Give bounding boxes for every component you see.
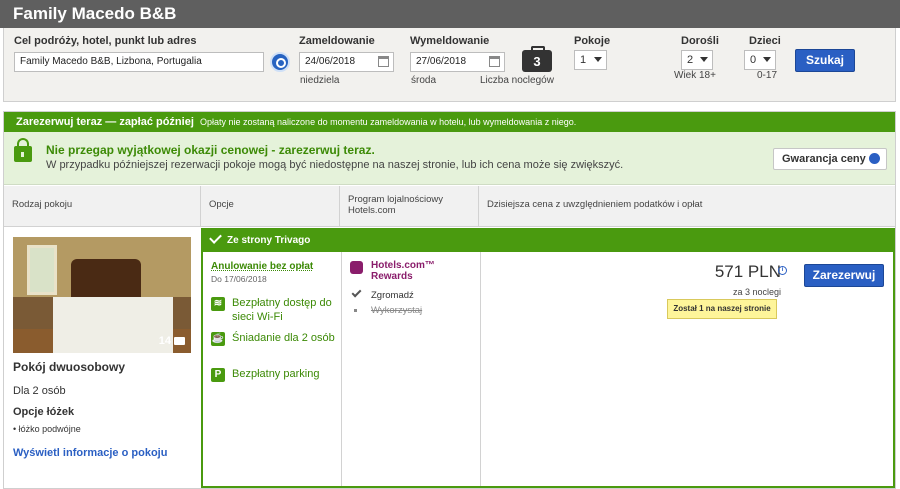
room-name: Pokój dwuosobowy xyxy=(13,360,126,374)
checkin-label: Zameldowanie xyxy=(299,35,375,47)
breakfast-icon: ☕ xyxy=(211,332,225,346)
promo-title: Nie przegap wyjątkowej okazji cenowej - … xyxy=(46,143,375,157)
book-button[interactable]: Zarezerwuj xyxy=(804,264,884,287)
hotel-title: Family Macedo B&B xyxy=(13,4,177,23)
wifi-icon: ≋ xyxy=(211,297,225,311)
free-cancellation-link[interactable]: Anulowanie bez opłat xyxy=(211,261,313,272)
price-promo: Nie przegap wyjątkowej okazji cenowej - … xyxy=(4,132,895,185)
calendar-icon[interactable] xyxy=(489,56,500,67)
destination-input[interactable]: Family Macedo B&B, Lizbona, Portugalia xyxy=(14,52,264,72)
checkmark-icon xyxy=(209,231,222,244)
bed-option: łóżko podwójne xyxy=(13,424,81,434)
loyalty-program-name: Hotels.com™ Rewards xyxy=(371,260,435,282)
children-label: Dzieci xyxy=(749,35,781,47)
adults-label: Dorośli xyxy=(681,35,719,47)
search-panel: Cel podróży, hotel, punkt lub adres Fami… xyxy=(3,28,896,102)
photo-count: 14 xyxy=(159,335,185,347)
offer-source-bar: Ze strony Trivago xyxy=(203,230,893,252)
hotels-com-icon xyxy=(350,261,363,274)
bullet-icon xyxy=(354,309,357,312)
header-price: Dzisiejsza cena z uwzględnieniem podatkó… xyxy=(487,199,703,210)
offer-loyalty: Hotels.com™ Rewards Zgromadź Wykorzystaj xyxy=(342,252,481,486)
chevron-down-icon xyxy=(700,57,708,62)
checkout-value: 27/06/2018 xyxy=(416,56,467,67)
parking-icon: P xyxy=(211,368,225,382)
loyalty-redeem: Wykorzystaj xyxy=(371,305,423,316)
adults-value: 2 xyxy=(687,54,694,66)
offer-row: Ze strony Trivago Anulowanie bez opłat D… xyxy=(201,228,895,488)
rooms-label: Pokoje xyxy=(574,35,611,47)
search-button[interactable]: Szukaj xyxy=(795,49,855,72)
header-options: Opcje xyxy=(201,186,340,227)
photo-count-value: 14 xyxy=(158,335,171,347)
cancellation-date: Do 17/06/2018 xyxy=(211,274,267,284)
rooms-value: 1 xyxy=(580,54,587,66)
children-select[interactable]: 0 xyxy=(744,50,776,70)
room-capacity: Dla 2 osób xyxy=(13,385,66,397)
room-offers-panel: Zarezerwuj teraz — zapłać później Opłaty… xyxy=(3,111,896,489)
offer-source: Ze strony Trivago xyxy=(227,235,311,246)
lock-icon xyxy=(14,138,32,162)
room-info-link[interactable]: Wyświetl informacje o pokoju xyxy=(13,447,167,459)
amenity-label: Bezpłatny parking xyxy=(232,368,320,380)
rooms-select[interactable]: 1 xyxy=(574,50,607,70)
banner-title: Zarezerwuj teraz — zapłać później xyxy=(16,116,194,128)
amenity-label: Śniadanie dla 2 osób xyxy=(232,332,335,344)
book-now-banner: Zarezerwuj teraz — zapłać później Opłaty… xyxy=(4,112,895,132)
adults-select[interactable]: 2 xyxy=(681,50,713,70)
checkout-input[interactable]: 27/06/2018 xyxy=(410,52,505,72)
price-guarantee-label: Gwarancja ceny xyxy=(782,153,866,165)
photo-window xyxy=(27,245,57,295)
nights-label: Liczba noclegów xyxy=(480,75,554,86)
checkout-label: Wymeldowanie xyxy=(410,35,490,47)
amenity-wifi: ≋ Bezpłatny dostęp do sieci Wi-Fi xyxy=(211,296,341,326)
room-info: 14 Pokój dwuosobowy Dla 2 osób Opcje łóż… xyxy=(4,228,201,488)
header-room-type: Rodzaj pokoju xyxy=(4,186,201,227)
location-icon[interactable] xyxy=(270,52,290,72)
bed-options-heading: Opcje łóżek xyxy=(13,406,75,418)
chevron-down-icon xyxy=(594,57,602,62)
checkout-day: środa xyxy=(411,75,437,86)
page-header: Family Macedo B&B xyxy=(0,0,900,28)
price-guarantee-button[interactable]: Gwarancja ceny xyxy=(773,148,887,170)
calendar-icon[interactable] xyxy=(378,56,389,67)
destination-label: Cel podróży, hotel, punkt lub adres xyxy=(14,35,197,47)
nights-count-badge: 3 xyxy=(522,46,552,72)
checkmark-icon xyxy=(351,287,362,298)
amenity-breakfast: ☕ Śniadanie dla 2 osób xyxy=(211,331,341,361)
photo-bed xyxy=(53,297,173,353)
children-value: 0 xyxy=(750,54,757,66)
offer-options: Anulowanie bez opłat Do 17/06/2018 ≋ Bez… xyxy=(203,252,342,486)
header-loyalty: Program lojalnościowy Hotels.com xyxy=(340,186,479,227)
amenity-parking: P Bezpłatny parking xyxy=(211,367,341,383)
room-photo[interactable]: 14 xyxy=(13,237,191,353)
price-value: 571 PLN xyxy=(714,262,781,281)
chevron-down-icon xyxy=(763,57,771,62)
checkin-value: 24/06/2018 xyxy=(305,56,356,67)
table-header: Rodzaj pokoju Opcje Program lojalnościow… xyxy=(4,186,895,227)
checkin-input[interactable]: 24/06/2018 xyxy=(299,52,394,72)
children-hint: 0-17 xyxy=(757,70,778,81)
camera-icon xyxy=(174,337,185,345)
price-nights-note: za 3 noclegi xyxy=(732,287,781,297)
info-icon[interactable]: i xyxy=(778,266,787,275)
guarantee-icon xyxy=(869,153,880,164)
loyalty-collect: Zgromadź xyxy=(371,290,414,301)
checkin-day: niedziela xyxy=(300,75,340,86)
adults-hint: Wiek 18+ xyxy=(674,70,716,81)
offer-price: 571 PLN i za 3 noclegi Został 1 na nasze… xyxy=(481,252,893,486)
availability-badge: Został 1 na naszej stronie xyxy=(667,299,777,319)
amenity-label: Bezpłatny dostęp do sieci Wi-Fi xyxy=(232,297,332,323)
promo-text: W przypadku późniejszej rezerwacji pokoj… xyxy=(46,159,624,171)
banner-text: Opłaty nie zostaną naliczone do momentu … xyxy=(200,117,577,127)
